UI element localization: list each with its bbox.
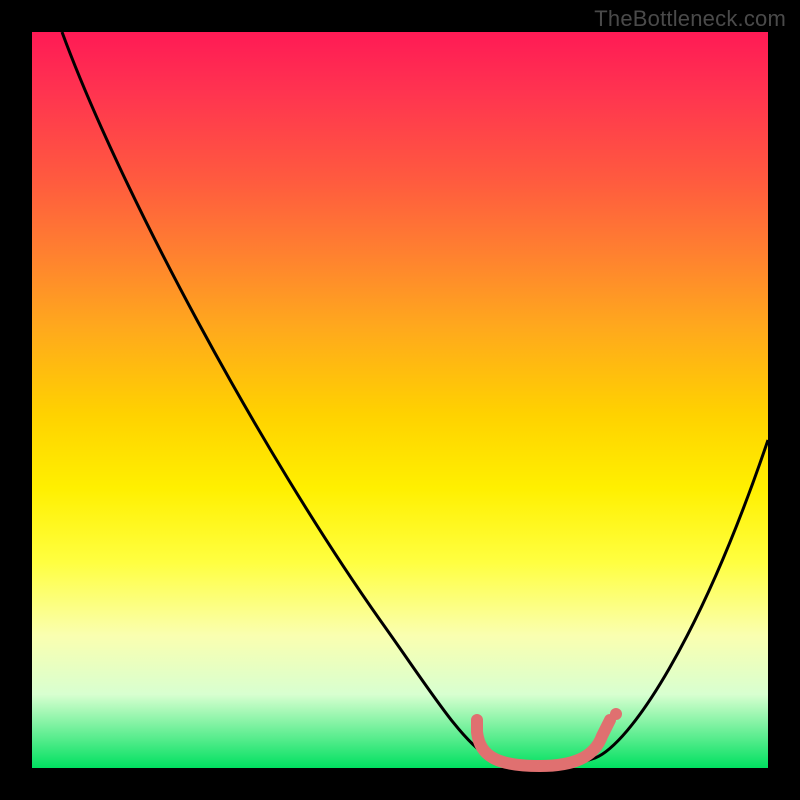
highlight-band — [477, 720, 610, 766]
bottleneck-curve — [62, 32, 768, 767]
chart-frame: TheBottleneck.com — [0, 0, 800, 800]
chart-svg — [0, 0, 800, 800]
watermark-text: TheBottleneck.com — [594, 6, 786, 32]
highlight-dot — [610, 708, 622, 720]
